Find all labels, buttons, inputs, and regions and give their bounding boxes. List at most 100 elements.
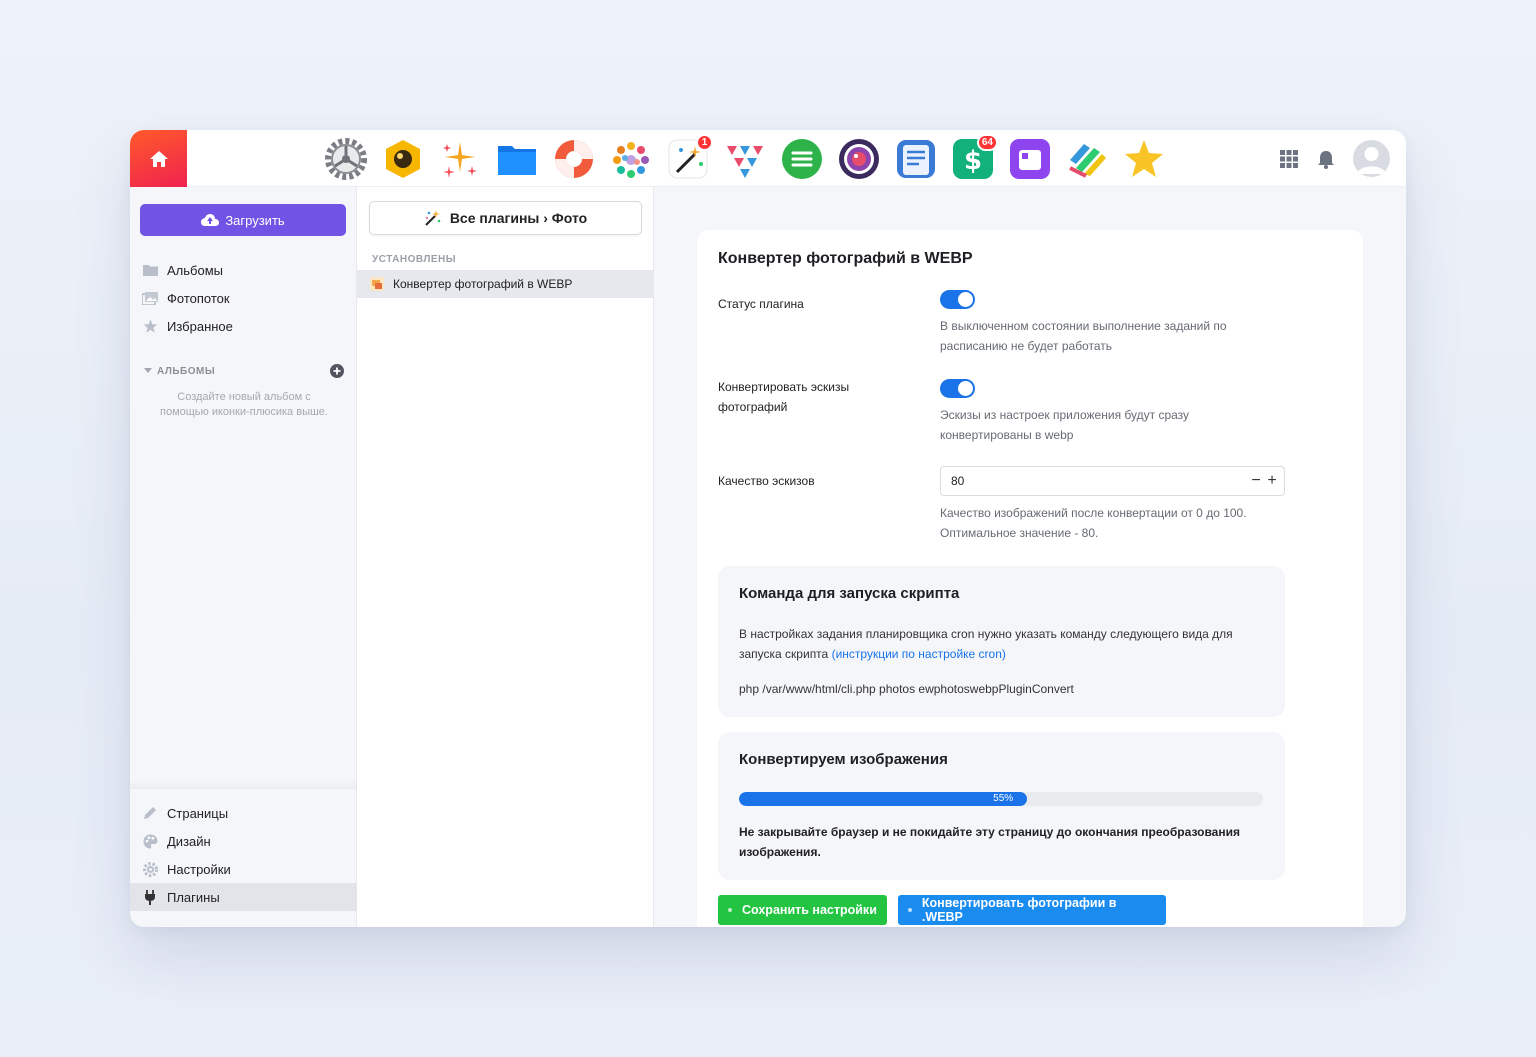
cron-help-link[interactable]: (инструкции по настройке cron) xyxy=(832,647,1006,661)
convert-photos-button[interactable]: Конвертировать фотографии в .WEBP xyxy=(898,895,1166,925)
cron-command: php /var/www/html/cli.php photos ewphoto… xyxy=(739,682,1074,696)
increment-button[interactable]: + xyxy=(1266,471,1278,491)
sidebar-item-plugins[interactable]: Плагины xyxy=(130,883,357,911)
app-support[interactable] xyxy=(553,138,595,180)
upload-button[interactable]: Загрузить xyxy=(140,204,346,236)
app-favorites[interactable] xyxy=(1123,138,1165,180)
sidebar-item-pages[interactable]: Страницы xyxy=(130,799,357,827)
paper-planes-icon xyxy=(727,146,763,178)
app-shop[interactable]: $ 64 xyxy=(952,134,998,180)
cron-title: Команда для запуска скрипта xyxy=(739,585,960,602)
top-right-controls xyxy=(1279,140,1390,177)
sidebar-item-favorites[interactable]: Избранное xyxy=(130,312,357,340)
app-photos[interactable] xyxy=(838,138,880,180)
hexagon-icon xyxy=(386,140,420,178)
quality-stepper[interactable]: 80 − + xyxy=(940,466,1285,496)
photostream-icon xyxy=(142,290,158,306)
all-plugins-button[interactable]: Все плагины › Фото xyxy=(369,201,642,235)
all-plugins-label: Все плагины › Фото xyxy=(449,210,588,226)
sidebar-divider xyxy=(130,779,357,789)
add-album-icon[interactable] xyxy=(330,364,344,378)
sidebar-item-photostream[interactable]: Фотопоток xyxy=(130,284,357,312)
pencil-icon xyxy=(142,805,158,821)
sidebar-item-label: Фотопоток xyxy=(167,290,230,306)
bell-icon[interactable] xyxy=(1317,149,1335,169)
sidebar-item-albums[interactable]: Альбомы xyxy=(130,256,357,284)
ribbons-icon xyxy=(1069,144,1106,178)
upload-label: Загрузить xyxy=(225,212,285,228)
svg-text:$: $ xyxy=(964,146,982,176)
gear-icon xyxy=(142,861,158,877)
app-window: 1 $ 64 Загрузить Альбомы Фотопоток Избра… xyxy=(130,130,1406,927)
sidebar-item-label: Настройки xyxy=(167,861,231,877)
app-installer[interactable] xyxy=(382,138,424,180)
quality-label: Качество эскизов xyxy=(718,474,815,488)
sidebar-item-label: Страницы xyxy=(167,805,229,821)
home-icon xyxy=(149,150,168,167)
home-button[interactable] xyxy=(130,130,187,187)
app-checklists[interactable] xyxy=(895,138,937,180)
sidebar-item-label: Избранное xyxy=(167,318,233,334)
sidebar-item-settings[interactable]: Настройки xyxy=(130,855,357,883)
app-settings[interactable] xyxy=(325,138,367,180)
status-label: Статус плагина xyxy=(718,297,804,311)
folder-icon xyxy=(498,146,536,175)
app-sparkles[interactable] xyxy=(439,138,481,180)
app-magic[interactable]: 1 xyxy=(667,134,713,180)
top-bar: 1 $ 64 xyxy=(130,130,1406,187)
app-hub[interactable] xyxy=(1009,138,1051,180)
plug-icon xyxy=(142,889,158,905)
decrement-button[interactable]: − xyxy=(1250,471,1262,491)
magic-wand-icon xyxy=(425,210,441,226)
save-settings-label: Сохранить настройки xyxy=(742,903,877,917)
folder-icon xyxy=(142,262,158,278)
convert-progress-card: Конвертируем изображения 55% Не закрывай… xyxy=(718,732,1285,880)
stepper-controls: − + xyxy=(1250,471,1278,491)
user-avatar[interactable] xyxy=(1353,140,1390,177)
plugin-settings-panel: Конвертер фотографий в WEBP Статус плаги… xyxy=(697,230,1363,927)
star-icon xyxy=(1125,140,1163,177)
thumbs-description: Эскизы из настроек приложения будут сраз… xyxy=(940,408,1190,442)
sidebar-item-design[interactable]: Дизайн xyxy=(130,827,357,855)
sparkles-icon xyxy=(443,142,477,178)
app-files[interactable] xyxy=(496,138,538,180)
plugin-list-item[interactable]: Конвертер фотографий в WEBP xyxy=(357,270,653,298)
button-dot xyxy=(728,908,732,912)
sidebar: Загрузить Альбомы Фотопоток Избранное АЛ… xyxy=(130,187,357,927)
status-toggle[interactable] xyxy=(940,290,975,309)
convert-photos-label: Конвертировать фотографии в .WEBP xyxy=(921,896,1117,924)
convert-warning: Не закрывайте браузер и не покидайте эту… xyxy=(739,825,1240,859)
toggle-knob xyxy=(958,381,973,396)
mosaic-icon xyxy=(613,142,649,178)
albums-title-label: АЛЬБОМЫ xyxy=(157,365,216,377)
page-title: Конвертер фотографий в WEBP xyxy=(718,250,973,267)
chevron-down-icon xyxy=(144,368,152,373)
convert-title: Конвертируем изображения xyxy=(739,751,948,768)
cron-instructions: В настройках задания планировщика cron н… xyxy=(739,624,1269,664)
quality-value: 80 xyxy=(951,474,965,488)
sidebar-item-label: Плагины xyxy=(167,889,220,905)
thumbs-toggle[interactable] xyxy=(940,379,975,398)
status-description: В выключенном состоянии выполнение задан… xyxy=(940,319,1227,353)
progress-text: 55% xyxy=(993,793,1014,804)
installed-section-label: УСТАНОВЛЕНЫ xyxy=(372,254,457,265)
main-content: Конвертер фотографий в WEBP Статус плаги… xyxy=(654,187,1406,927)
cron-command-card: Команда для запуска скрипта В настройках… xyxy=(718,566,1285,717)
sidebar-nav: Альбомы Фотопоток Избранное xyxy=(130,256,357,340)
app-badge: 1 xyxy=(696,134,713,151)
convert-progress-bar: 55% xyxy=(739,792,1263,806)
save-settings-button[interactable]: Сохранить настройки xyxy=(718,895,887,925)
plugin-list-item-label: Конвертер фотографий в WEBP xyxy=(393,277,573,291)
app-mosaic[interactable] xyxy=(610,138,652,180)
list-icon xyxy=(782,139,822,179)
albums-title[interactable]: АЛЬБОМЫ xyxy=(144,366,215,377)
checklist-icon xyxy=(897,140,935,178)
app-mailer[interactable] xyxy=(724,138,766,180)
apps-grid-icon[interactable] xyxy=(1279,149,1299,169)
star-icon xyxy=(142,318,158,334)
app-kanban[interactable] xyxy=(1066,138,1108,180)
sidebar-bottom-nav: Страницы Дизайн Настройки Плагины xyxy=(130,799,357,911)
palette-icon xyxy=(142,833,158,849)
app-tasks[interactable] xyxy=(781,138,823,180)
progress-fill: 55% xyxy=(739,792,1028,806)
